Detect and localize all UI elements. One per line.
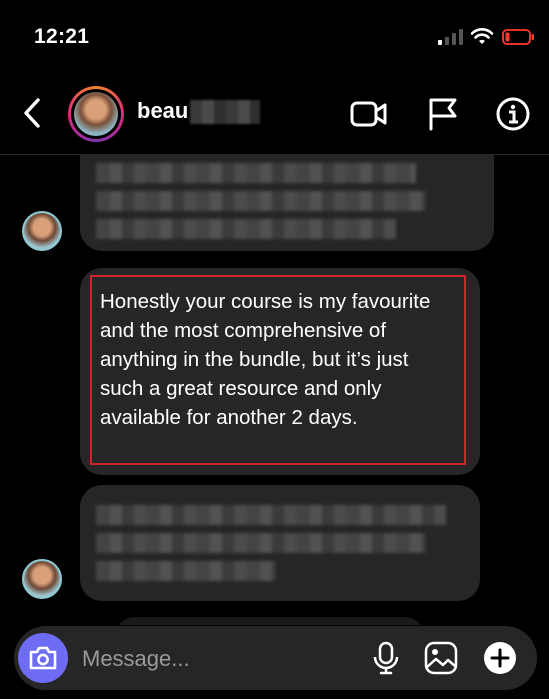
username[interactable]: beau	[137, 98, 188, 124]
cellular-signal-icon	[438, 29, 463, 45]
username-redaction	[190, 100, 260, 124]
camera-icon	[29, 646, 57, 670]
profile-avatar[interactable]	[68, 86, 124, 142]
message-composer	[14, 626, 537, 690]
flag-icon[interactable]	[424, 96, 464, 132]
message-thread[interactable]: Honestly your course is my favourite and…	[0, 155, 549, 625]
battery-icon	[502, 29, 534, 45]
sender-avatar[interactable]	[22, 559, 62, 599]
message-bubble-redacted	[80, 485, 480, 601]
microphone-icon[interactable]	[368, 640, 404, 676]
info-icon[interactable]	[493, 96, 533, 132]
chat-header: beau	[0, 78, 549, 155]
wifi-icon	[470, 28, 494, 44]
status-time: 12:21	[34, 25, 90, 48]
highlighted-message-text: Honestly your course is my favourite and…	[90, 275, 466, 465]
message-bubble-redacted	[80, 155, 494, 251]
message-bubble-partial	[115, 617, 425, 625]
status-bar: 12:21	[0, 0, 549, 70]
camera-button[interactable]	[18, 633, 68, 683]
avatar-photo	[74, 92, 118, 136]
gallery-icon[interactable]	[423, 640, 459, 676]
plus-icon[interactable]	[482, 640, 518, 676]
video-camera-icon[interactable]	[349, 96, 389, 132]
back-arrow-icon[interactable]	[18, 95, 48, 131]
sender-avatar[interactable]	[22, 211, 62, 251]
message-input[interactable]	[80, 641, 364, 677]
